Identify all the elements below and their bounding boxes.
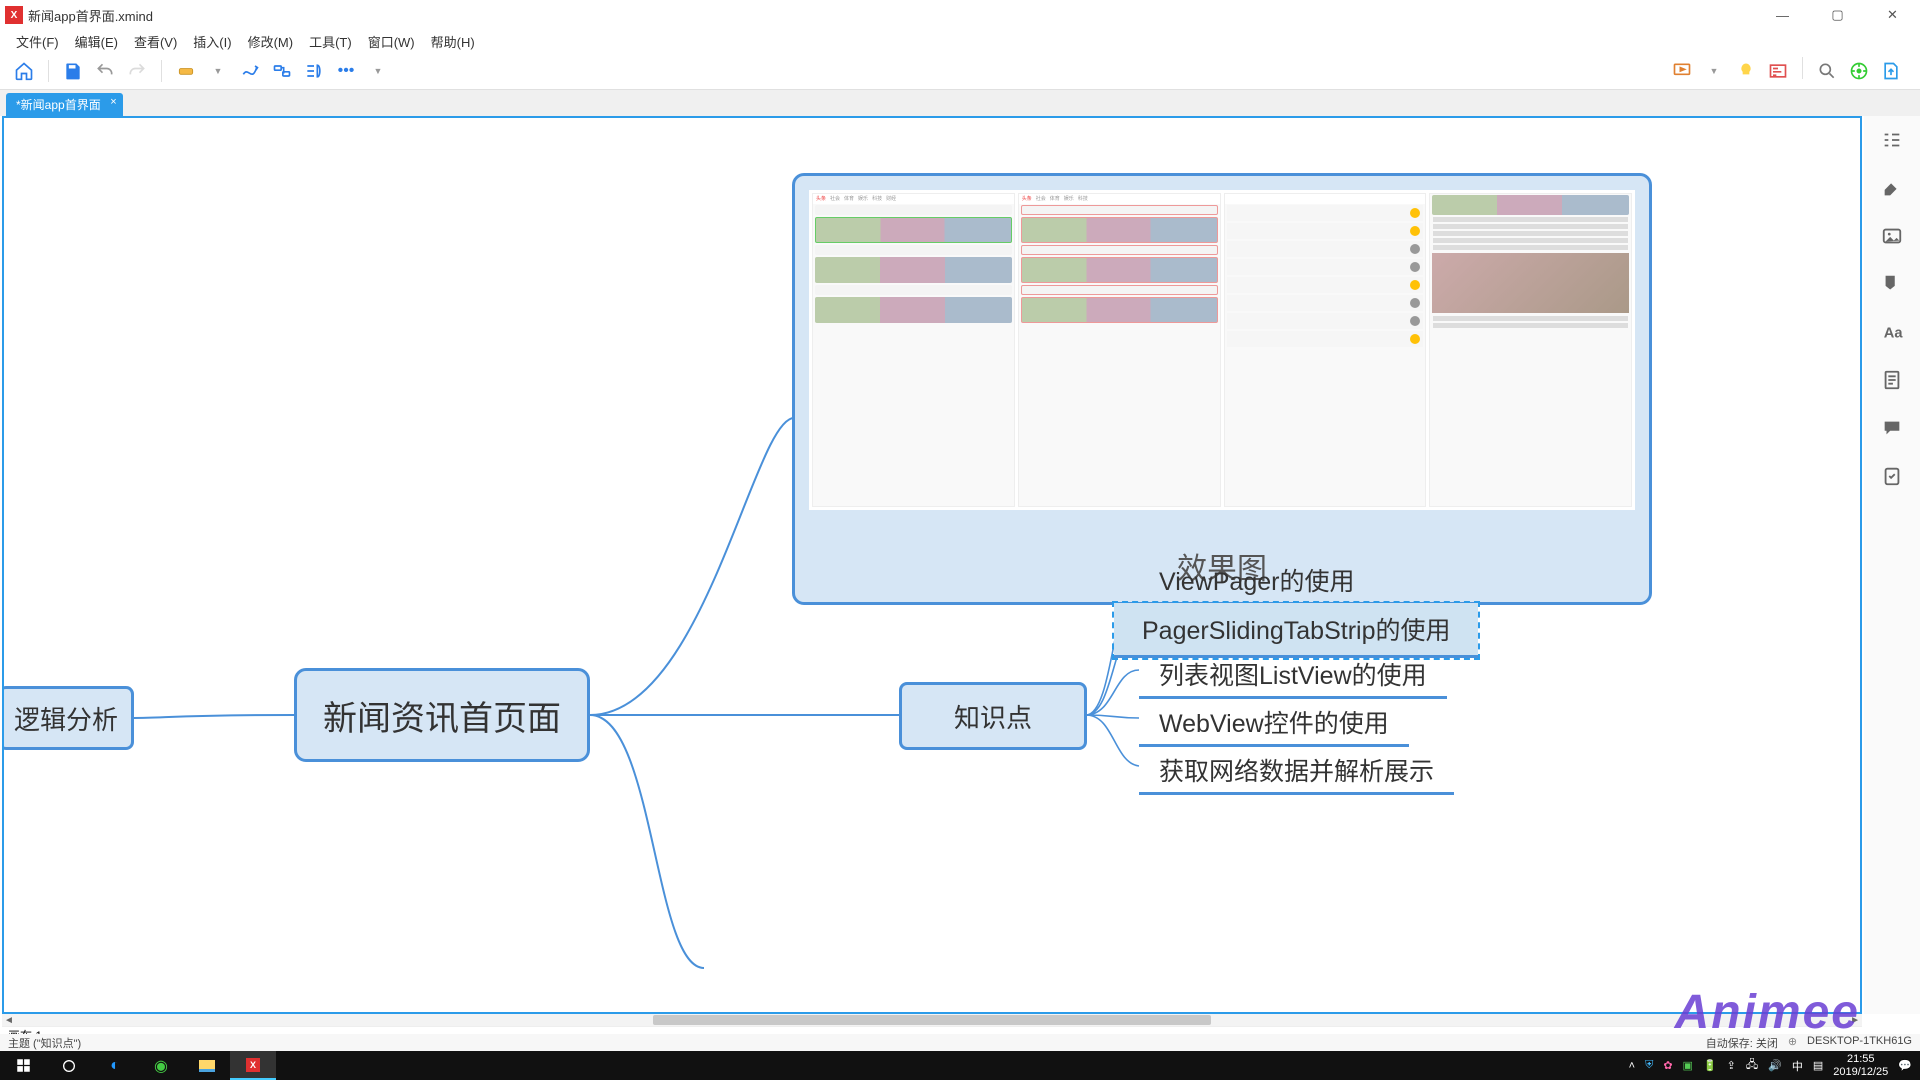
leaf-listview[interactable]: 列表视图ListView的使用 <box>1139 652 1447 699</box>
menu-help[interactable]: 帮助(H) <box>423 31 483 52</box>
notes-icon[interactable] <box>1878 366 1906 394</box>
document-tab-label: *新闻app首界面 <box>16 98 101 112</box>
screenshot-2: 头条社会体育娱乐科技 <box>1018 193 1221 507</box>
search-button[interactable] <box>1813 57 1841 85</box>
presentation-dropdown-icon[interactable]: ▼ <box>1700 57 1728 85</box>
menu-view[interactable]: 查看(V) <box>126 31 185 52</box>
start-button[interactable] <box>0 1051 46 1080</box>
menu-bar: 文件(F) 编辑(E) 查看(V) 插入(I) 修改(M) 工具(T) 窗口(W… <box>0 30 1920 52</box>
node-knowledge-label: 知识点 <box>954 698 1032 735</box>
tray-app-icon[interactable]: ✿ <box>1663 1059 1672 1072</box>
tray-network-icon[interactable]: 🖧 <box>1746 1056 1758 1075</box>
menu-modify[interactable]: 修改(M) <box>240 31 302 52</box>
leaf-viewpager[interactable]: ViewPager的使用 <box>1139 558 1374 605</box>
redo-button[interactable] <box>123 57 151 85</box>
boundary-button[interactable] <box>268 57 296 85</box>
tray-green-icon[interactable]: ▣ <box>1683 1059 1693 1072</box>
task-browser-icon[interactable]: ◐ <box>92 1051 138 1080</box>
document-tab-close-icon[interactable]: × <box>110 96 116 108</box>
leaf-pagerslidingtabstrip[interactable]: PagerSlidingTabStrip的使用 <box>1114 603 1478 658</box>
window-minimize-button[interactable]: — <box>1755 0 1810 30</box>
result-screenshots: 头条社会体育娱乐科技财经 头条社会体育娱乐科技 <box>809 190 1635 510</box>
leaf-webview[interactable]: WebView控件的使用 <box>1139 700 1409 747</box>
document-tab[interactable]: *新闻app首界面 × <box>6 93 123 116</box>
watermark: Animee <box>1675 985 1860 1040</box>
marker-icon[interactable] <box>1878 270 1906 298</box>
more-dropdown-icon[interactable]: ▼ <box>364 57 392 85</box>
topic-dropdown-icon[interactable]: ▼ <box>204 57 232 85</box>
save-button[interactable] <box>59 57 87 85</box>
taskbar-clock[interactable]: 21:55 2019/12/25 <box>1833 1053 1888 1077</box>
tray-notifications-icon[interactable]: 💬 <box>1898 1059 1912 1072</box>
screenshot-3 <box>1224 193 1427 507</box>
export-button[interactable] <box>1877 57 1905 85</box>
outline-icon[interactable] <box>1878 126 1906 154</box>
title-bar: X 新闻app首界面.xmind — ▢ ✕ <box>0 0 1920 30</box>
cortana-button[interactable] <box>46 1051 92 1080</box>
tray-usb-icon[interactable]: ⇪ <box>1727 1059 1736 1072</box>
presentation-button[interactable] <box>1668 57 1696 85</box>
more-button[interactable]: ••• <box>332 57 360 85</box>
menu-tools[interactable]: 工具(T) <box>301 31 360 52</box>
canvas[interactable]: 头条社会体育娱乐科技财经 头条社会体育娱乐科技 <box>2 116 1862 1014</box>
image-icon[interactable] <box>1878 222 1906 250</box>
menu-edit[interactable]: 编辑(E) <box>67 31 126 52</box>
tray-action-center-icon[interactable]: ▤ <box>1813 1059 1823 1072</box>
side-panel-toolbar: Aa <box>1864 116 1920 1014</box>
document-tab-strip: *新闻app首界面 × <box>0 90 1920 116</box>
font-icon[interactable]: Aa <box>1878 318 1906 346</box>
task-xmind-icon[interactable]: X <box>230 1051 276 1080</box>
tray-caret-icon[interactable]: ˄ <box>1629 1060 1635 1072</box>
node-knowledge[interactable]: 知识点 <box>899 682 1087 750</box>
node-root-label: 新闻资讯首页面 <box>323 691 561 740</box>
tray-battery-icon[interactable]: 🔋 <box>1703 1059 1717 1072</box>
leaf-network-parse[interactable]: 获取网络数据并解析展示 <box>1139 748 1454 795</box>
format-icon[interactable] <box>1878 174 1906 202</box>
system-tray: ˄ ⛨ ✿ ▣ 🔋 ⇪ 🖧 🔊 中 ▤ 21:55 2019/12/25 💬 <box>1629 1053 1920 1077</box>
status-selection: 主题 ("知识点") <box>8 1035 81 1051</box>
status-bar: 主题 ("知识点") 自动保存: 关闭 ⊕ DESKTOP-1TKH61G <box>0 1034 1920 1051</box>
topic-button[interactable] <box>172 57 200 85</box>
app-logo-icon: X <box>5 6 23 24</box>
node-logic-analysis-label: 逻辑分析 <box>14 700 118 737</box>
window-title: 新闻app首界面.xmind <box>28 6 153 25</box>
tray-volume-icon[interactable]: 🔊 <box>1768 1059 1782 1072</box>
node-root[interactable]: 新闻资讯首页面 <box>294 668 590 762</box>
task-icon[interactable] <box>1878 462 1906 490</box>
undo-button[interactable] <box>91 57 119 85</box>
summary-button[interactable] <box>300 57 328 85</box>
idea-button[interactable] <box>1732 57 1760 85</box>
screenshot-1: 头条社会体育娱乐科技财经 <box>812 193 1015 507</box>
menu-window[interactable]: 窗口(W) <box>360 31 423 52</box>
menu-file[interactable]: 文件(F) <box>8 31 67 52</box>
windows-taskbar: ◐ ◉ X ˄ ⛨ ✿ ▣ 🔋 ⇪ 🖧 🔊 中 ▤ 21:55 2019/12/… <box>0 1051 1920 1080</box>
node-logic-analysis[interactable]: 逻辑分析 <box>2 686 134 750</box>
tray-shield-icon[interactable]: ⛨ <box>1645 1059 1653 1072</box>
toolbar: ▼ ••• ▼ ▼ <box>0 52 1920 90</box>
gantt-button[interactable] <box>1764 57 1792 85</box>
tray-ime-icon[interactable]: 中 <box>1792 1058 1803 1074</box>
screenshot-4 <box>1429 193 1632 507</box>
scrollbar-thumb[interactable] <box>653 1015 1211 1025</box>
horizontal-scrollbar[interactable]: ◄ ► <box>2 1014 1862 1026</box>
menu-insert[interactable]: 插入(I) <box>185 31 239 52</box>
task-wechat-icon[interactable]: ◉ <box>138 1051 184 1080</box>
task-explorer-icon[interactable] <box>184 1051 230 1080</box>
svg-text:Aa: Aa <box>1884 326 1903 342</box>
comments-icon[interactable] <box>1878 414 1906 442</box>
home-button[interactable] <box>10 57 38 85</box>
share-button[interactable] <box>1845 57 1873 85</box>
window-maximize-button[interactable]: ▢ <box>1810 0 1865 30</box>
node-result-box[interactable]: 头条社会体育娱乐科技财经 头条社会体育娱乐科技 <box>792 173 1652 605</box>
relationship-button[interactable] <box>236 57 264 85</box>
window-close-button[interactable]: ✕ <box>1865 0 1920 30</box>
